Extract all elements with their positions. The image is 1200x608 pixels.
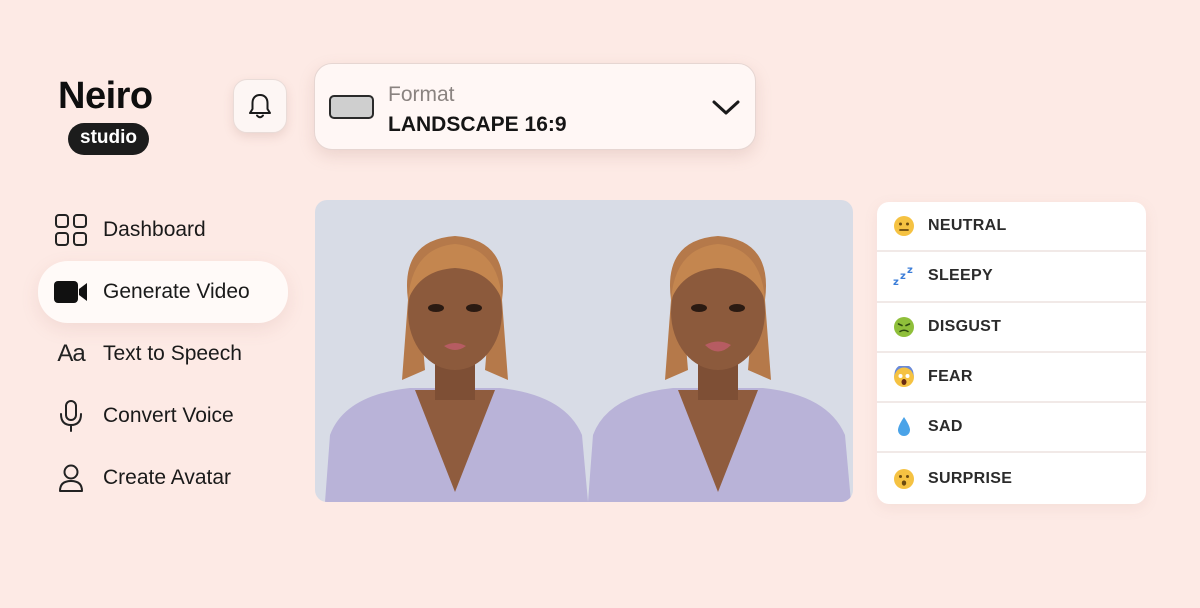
sidebar-item-text-to-speech[interactable]: Aa Text to Speech	[38, 323, 288, 385]
brand-name: Neiro	[58, 75, 153, 117]
video-camera-icon	[54, 275, 88, 309]
emotion-label: NEUTRAL	[928, 217, 1007, 235]
sidebar-item-convert-voice[interactable]: Convert Voice	[38, 385, 288, 447]
format-label: Format	[388, 83, 455, 106]
brand-logo: Neiro studio	[58, 74, 168, 155]
emotion-sleepy[interactable]: zzz SLEEPY	[877, 252, 1146, 303]
sidebar-item-label: Dashboard	[103, 218, 206, 241]
sidebar-item-label: Text to Speech	[103, 342, 242, 365]
emotion-surprise[interactable]: SURPRISE	[877, 453, 1146, 503]
sidebar-item-dashboard[interactable]: Dashboard	[38, 199, 288, 261]
text-aa-icon: Aa	[57, 340, 85, 367]
format-dropdown[interactable]: Format LANDSCAPE 16:9	[314, 63, 756, 150]
emotion-fear[interactable]: FEAR	[877, 353, 1146, 404]
svg-text:z: z	[893, 277, 899, 287]
emotion-label: DISGUST	[928, 317, 1002, 335]
emotion-disgust[interactable]: DISGUST	[877, 303, 1146, 353]
sidebar-item-label: Convert Voice	[103, 404, 234, 427]
sidebar-item-label: Create Avatar	[103, 466, 232, 489]
zzz-icon: zzz	[892, 264, 916, 288]
rectangle-icon	[329, 95, 374, 119]
nauseated-face-icon	[892, 315, 916, 339]
notifications-button[interactable]	[233, 79, 287, 133]
emotion-label: SURPRISE	[928, 469, 1013, 487]
surprised-face-icon	[892, 467, 916, 491]
neutral-face-icon	[892, 214, 916, 238]
bell-icon	[249, 94, 271, 119]
emotion-sad[interactable]: SAD	[877, 403, 1146, 454]
droplet-icon	[892, 415, 916, 439]
emotion-label: SLEEPY	[928, 267, 993, 285]
microphone-icon	[54, 399, 88, 433]
svg-text:z: z	[907, 265, 913, 276]
emotion-label: FEAR	[928, 368, 973, 386]
sidebar-item-create-avatar[interactable]: Create Avatar	[38, 447, 288, 509]
screaming-face-icon	[892, 365, 916, 389]
sidebar-nav: Dashboard Generate Video Aa Text to Spee…	[38, 199, 288, 509]
svg-text:z: z	[900, 271, 906, 282]
sidebar-item-generate-video[interactable]: Generate Video	[38, 261, 288, 323]
emotion-neutral[interactable]: NEUTRAL	[877, 202, 1146, 253]
video-preview[interactable]	[315, 200, 853, 502]
avatar-figure	[325, 236, 588, 502]
emotion-list: NEUTRAL zzz SLEEPY DISGUST FEAR SAD SURP…	[877, 202, 1146, 504]
chevron-down-icon	[712, 100, 740, 115]
user-icon	[54, 461, 88, 495]
grid-icon	[54, 213, 88, 247]
brand-badge: studio	[68, 123, 149, 155]
avatar-figure	[588, 236, 851, 502]
format-value: LANDSCAPE 16:9	[388, 113, 567, 136]
emotion-label: SAD	[928, 418, 963, 436]
sidebar-item-label: Generate Video	[103, 280, 250, 303]
